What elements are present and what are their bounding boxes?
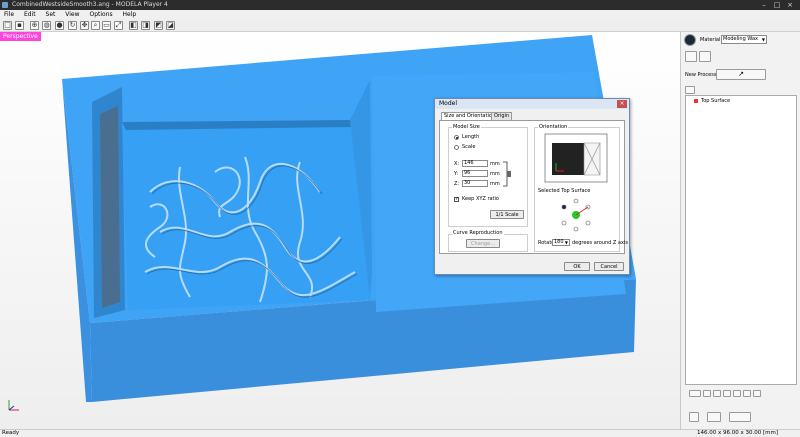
rotate-select[interactable]: 180 ▼ [552, 239, 570, 246]
orientation-preview [544, 133, 608, 183]
dialog-title: Model [435, 99, 629, 109]
scale-label: Scale [462, 144, 476, 150]
pocket-floor [122, 120, 370, 310]
model-dialog: Model × Size and Orientation Origin Mode… [434, 98, 630, 275]
save-icon[interactable]: ▪ [15, 21, 24, 30]
menu-options[interactable]: Options [89, 10, 112, 19]
left-slot [100, 106, 120, 308]
preview-icon[interactable] [707, 412, 721, 422]
selected-top-label: Selected Top Surface [538, 188, 591, 194]
dialog-close-button[interactable]: × [617, 100, 627, 108]
new-process-label: New Process [685, 72, 717, 78]
close-button[interactable]: × [785, 1, 795, 9]
length-label: Length [462, 134, 480, 140]
material-icon[interactable] [684, 34, 696, 46]
menu-view[interactable]: View [65, 10, 79, 19]
link-ratio-icon[interactable] [502, 161, 512, 187]
dropdown-arrow-icon: ▼ [564, 240, 568, 245]
tool-icon-3[interactable] [713, 390, 721, 397]
model-size-label: Model Size [452, 124, 481, 130]
x-unit: mm [490, 161, 500, 167]
new-file-icon[interactable]: □ [3, 21, 12, 30]
zoom-window-icon[interactable]: ▭ [102, 21, 111, 30]
process-tree: Top Surface [685, 95, 797, 385]
menu-bar: File Edit Set View Options Help [0, 10, 800, 19]
view-top-icon[interactable]: ◧ [129, 21, 138, 30]
z-label: Z: [454, 181, 460, 187]
keep-ratio-label: Keep XYZ ratio [462, 196, 499, 202]
y-unit: mm [490, 171, 500, 177]
pan-icon[interactable]: ✥ [80, 21, 89, 30]
status-text: Ready [2, 430, 20, 436]
curve-label: Curve Reproduction [452, 230, 504, 236]
material-label: Material [700, 37, 721, 43]
tab-origin[interactable]: Origin [491, 112, 513, 120]
rotate-value: 180 [554, 239, 564, 245]
tool-icon-5[interactable] [733, 390, 741, 397]
menu-set[interactable]: Set [46, 10, 56, 19]
target-icon[interactable]: ⊕ [30, 21, 39, 30]
ok-button[interactable]: OK [564, 262, 590, 271]
globe-icon[interactable]: ◍ [42, 21, 51, 30]
view-iso-icon[interactable]: ◩ [154, 21, 163, 30]
length-radio[interactable] [454, 135, 459, 140]
view-side-icon[interactable]: ◪ [166, 21, 175, 30]
dropdown-arrow-icon: ▼ [761, 37, 765, 42]
cancel-button[interactable]: Cancel [594, 262, 624, 271]
up-icon[interactable] [743, 390, 751, 397]
tree-item-top-surface[interactable]: Top Surface [701, 98, 730, 104]
x-label: X: [454, 161, 460, 167]
view-label: Perspective [0, 32, 41, 41]
zoom-icon[interactable]: ⌕ [91, 21, 100, 30]
down-icon[interactable] [753, 390, 761, 397]
tool-icon-1[interactable] [689, 390, 701, 397]
keep-ratio-checkbox[interactable]: ✓ [454, 197, 459, 202]
sheet-icon[interactable] [685, 51, 697, 62]
report-icon[interactable] [699, 51, 711, 62]
z-unit: mm [490, 181, 500, 187]
cut-preview-icon[interactable] [689, 412, 699, 422]
change-button[interactable]: Change... [466, 239, 500, 248]
tool-icon-2[interactable] [703, 390, 711, 397]
sphere-icon[interactable]: ● [55, 21, 64, 30]
minimize-button[interactable]: – [759, 1, 769, 9]
scale-radio[interactable] [454, 145, 459, 150]
top-surface-selector[interactable] [558, 197, 594, 233]
model-dimensions: 146.00 x 96.00 x 30.00 [mm] [697, 430, 778, 436]
x-size-input[interactable]: 146 [462, 160, 488, 167]
window-title: CombinedWestsideSmooth3.ang - MODELA Pla… [12, 1, 168, 8]
rotate-icon[interactable]: ↻ [68, 21, 77, 30]
orientation-label: Orientation [538, 124, 569, 130]
toolbar: □ ▪ ⊕ ◍ ● ↻ ✥ ⌕ ▭ ⤢ ◧ ◨ ◩ ◪ [0, 19, 800, 32]
tab-size-orientation[interactable]: Size and Orientation [441, 112, 499, 120]
scale-1-1-button[interactable]: 1/1 Scale [490, 210, 524, 219]
menu-file[interactable]: File [4, 10, 14, 19]
3d-viewport[interactable]: Perspective Model × Size and Orientation… [0, 32, 680, 429]
menu-edit[interactable]: Edit [24, 10, 36, 19]
material-value: Modeling Wax [723, 36, 758, 42]
menu-help[interactable]: Help [123, 10, 137, 19]
material-select[interactable]: Modeling Wax ▼ [721, 35, 767, 44]
tool-icon-4[interactable] [723, 390, 731, 397]
status-bar: Ready 146.00 x 96.00 x 30.00 [mm] [0, 429, 800, 437]
rotate-suffix: degrees around Z axis [572, 240, 628, 246]
y-size-input[interactable]: 96 [462, 170, 488, 177]
new-process-button[interactable]: ↗ [716, 69, 766, 80]
process-panel: Material Modeling Wax ▼ New Process ↗ To… [680, 32, 800, 429]
tab-page: Model Size Length Scale X: 146 mm Y: 96 … [439, 120, 628, 254]
surface-icon [694, 99, 698, 103]
app-icon [2, 2, 8, 8]
view-front-icon[interactable]: ◨ [141, 21, 150, 30]
tree-tab-icon[interactable] [685, 86, 695, 94]
maximize-button[interactable]: □ [772, 1, 782, 9]
title-bar: CombinedWestsideSmooth3.ang - MODELA Pla… [0, 0, 800, 10]
z-size-input[interactable]: 30 [462, 180, 488, 187]
fit-icon[interactable]: ⤢ [114, 21, 123, 30]
cut-icon[interactable] [729, 412, 751, 422]
axis-indicator-icon [8, 400, 19, 411]
y-label: Y: [454, 171, 459, 177]
